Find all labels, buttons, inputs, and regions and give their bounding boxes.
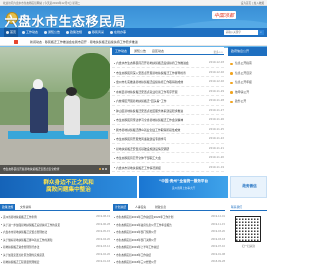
search-button[interactable]: ⌕	[258, 30, 264, 35]
photo-person	[64, 95, 80, 135]
ticker-text[interactable]: 新闻动态 · 移民搬迁工作推进会在我市召开 · 易地扶贫搬迁后续扶持工作稳步推进	[30, 40, 138, 44]
photo-tree	[72, 53, 110, 99]
list-item[interactable]: 关于进一步加强易地扶贫搬迁后续扶持工作的意见 2019-06-28	[0, 221, 110, 229]
photo-carousel[interactable]: 市生态移民局开展易地扶贫搬迁安置点安全检查	[0, 47, 110, 174]
list-item[interactable]: 市生态移民局传达学习全省易地扶贫搬迁工作会议精神 2019-11-26	[112, 115, 224, 125]
more-link[interactable]: 更多>>	[213, 50, 223, 54]
policy-list: 贵州省易地扶贫搬迁工作条例 2019-08-19 关于进一步加强易地扶贫搬迁后续扶…	[0, 213, 110, 265]
info-disclosure-panel: 政府信息公开 信息公开指南 信息公开目录 信息公开年报 依申请公开 政务公开	[228, 47, 267, 174]
list-item[interactable]: 贵州省易地扶贫搬迁工作条例 2019-08-19	[0, 213, 110, 221]
service-platform-banner[interactable]: “中国·贵州”全省统一服务平台 贵州省网上办事大厅	[139, 176, 228, 198]
nav-item-news[interactable]: 工作动态	[22, 28, 38, 37]
home-icon	[6, 30, 9, 34]
plans-tabs: 计划总结 人事任免 财政信息	[113, 204, 225, 211]
news-icon	[22, 30, 25, 34]
photo-person	[30, 87, 48, 133]
service-platform-subtitle: 贵州省网上办事大厅	[171, 187, 196, 190]
top-links[interactable]: 设为首页 | 加入收藏	[241, 1, 264, 5]
photo-person-head	[33, 79, 43, 89]
news-panel: 工作动态 通知公告 县区动态 更多>> 六盘水市生态移民局召开易地扶贫搬迁后续扶…	[112, 47, 224, 174]
photo-caption[interactable]: 市生态移民局开展易地扶贫搬迁安置点安全检查	[0, 165, 110, 174]
list-item[interactable]: 市生态移民局2019年工作总结及2020年工作计划 2019-12-01	[113, 213, 225, 221]
list-item[interactable]: 市生态移民局2018年部门决算公开 2019-03-18	[113, 236, 225, 244]
service-icon	[110, 30, 113, 34]
search-icon: ⌕	[260, 30, 262, 34]
list-item[interactable]: 依申请公开	[228, 88, 267, 98]
tab-finance[interactable]: 财政信息	[155, 204, 166, 211]
list-item[interactable]: 市生态移民局2018年工作总结 2019-01-08	[113, 251, 225, 259]
info-disclosure-title[interactable]: 政府信息公开	[228, 47, 267, 56]
tab-documents[interactable]: 文件资料	[20, 204, 31, 211]
list-item[interactable]: 关于加强安置点社区治理的实施意见 2019-02-26	[0, 251, 110, 259]
list-item[interactable]: 市生态移民局2018年三公经费公开 2018-09-28	[113, 258, 225, 265]
welcome-text: 欢迎访问六盘水市生态移民局网站 | 今天是2019年12月3日 星期二	[3, 2, 81, 6]
image-icon	[88, 30, 91, 34]
service-platform-title: “中国·贵州”全省统一服务平台	[158, 179, 209, 183]
campaign-banner-line: 群众身边不正之风和	[43, 180, 94, 186]
list-item[interactable]: 政务公开	[228, 97, 267, 107]
news-list: 六盘水市生态移民局召开易地扶贫搬迁后续扶持工作推进会 2019-12-03 市生态…	[112, 58, 224, 172]
list-item[interactable]: 钟山区易地扶贫搬迁安置点社区服务体系建设稳步推进 2019-11-27	[112, 106, 224, 115]
list-item[interactable]: 市生态移民局2019年上半年工作总结 2019-07-10	[113, 243, 225, 251]
plans-panel: 计划总结 人事任免 财政信息 市生态移民局2019年工作总结及2020年工作计划…	[113, 204, 225, 265]
nav-item-home[interactable]: 首页	[4, 28, 19, 37]
carousel-dot[interactable]	[99, 168, 101, 170]
list-item[interactable]: 信息公开指南	[228, 59, 267, 69]
list-item[interactable]: 市生态移民局2019年部门预算公开 2019-03-20	[113, 228, 225, 236]
campaign-banner[interactable]: 群众身边不正之风和 腐败问题集中整治	[0, 176, 137, 198]
list-item[interactable]: 水城县易地扶贫搬迁安置点就业培训工作有序开展 2019-11-29	[112, 87, 224, 96]
list-item[interactable]: 易地扶贫搬迁工程质量管理规定 2019-01-18	[0, 258, 110, 265]
qr-code-icon	[235, 216, 261, 242]
list-item[interactable]: 市生态移民局深入安置点开展易地扶贫搬迁工作督导检查 2019-12-02	[112, 68, 224, 77]
tab-county-news[interactable]: 县区动态	[152, 47, 164, 55]
policy-tabs: 政策法规 文件资料	[0, 204, 110, 211]
document-icon	[66, 30, 69, 34]
list-item[interactable]: 六盘水市易地扶贫搬迁安置点管理办法 2019-05-15	[0, 228, 110, 236]
search-box: ⌕	[224, 30, 264, 35]
photo-person-head	[66, 87, 77, 96]
list-item[interactable]: 易地扶贫搬迁资金管理暂行办法 2019-03-12	[0, 243, 110, 251]
wechat-banner[interactable]: 政务微信	[230, 176, 267, 198]
nav-item-notices[interactable]: 通知公告	[44, 28, 60, 37]
list-item[interactable]: 盘州市扎实推进易地扶贫搬迁后续扶持工作取得新成效 2019-12-02	[112, 77, 224, 87]
list-item[interactable]: 六盘水市生态移民局召开易地扶贫搬迁后续扶持工作推进会 2019-12-03	[112, 58, 224, 68]
qr-caption: 扫一扫关注	[242, 245, 255, 248]
carousel-dot[interactable]	[105, 168, 107, 170]
tab-policy[interactable]: 政策法规	[0, 204, 16, 211]
campaign-banner-line: 腐败问题集中整治	[46, 187, 91, 193]
tab-plans[interactable]: 计划总结	[113, 204, 129, 211]
bell-icon	[44, 30, 47, 34]
list-item[interactable]: 信息公开目录	[228, 69, 267, 79]
photo-pipe	[8, 131, 108, 139]
list-item[interactable]: 我市易地扶贫搬迁群众就业创业工作取得阶段性成效 2019-11-25	[112, 125, 224, 134]
news-tabs: 工作动态 通知公告 县区动态 更多>>	[112, 47, 224, 55]
wechat-banner-label: 政务微信	[242, 184, 257, 188]
list-item[interactable]: 市生态移民局开展党风廉政建设专题学习 2019-11-22	[112, 134, 224, 144]
list-item[interactable]: 易地扶贫搬迁安置点基础设施建设情况调研 2019-11-21	[112, 144, 224, 153]
list-item[interactable]: 六盘水市易地扶贫搬迁工作情况通报 2019-11-19	[112, 163, 224, 172]
tab-work-news[interactable]: 工作动态	[112, 47, 131, 55]
city-slogan-logo: 中国凉都	[212, 11, 237, 20]
policy-panel: 政策法规 文件资料 贵州省易地扶贫搬迁工作条例 2019-08-19 关于进一步加…	[0, 204, 110, 265]
list-item[interactable]: 六枝特区开展易地扶贫搬迁“回头看”工作 2019-11-28	[112, 96, 224, 106]
list-item[interactable]: 市生态移民局2019年政府信息公开工作年度报告 2019-11-15	[113, 221, 225, 229]
main-nav: 首页 工作动态 通知公告 政策法规 移民风采 在线办事 ⌕	[0, 28, 267, 37]
plans-list: 市生态移民局2019年工作总结及2020年工作计划 2019-12-01 市生态移…	[113, 213, 225, 265]
list-item[interactable]: 关于做好易地扶贫搬迁群众就业工作的通知 2019-04-20	[0, 236, 110, 244]
contact-panel: 联系我们 扫一扫关注	[230, 204, 267, 265]
list-item[interactable]: 市生态移民局召开全体干部职工大会 2019-11-20	[112, 153, 224, 163]
nav-item-services[interactable]: 在线办事	[110, 28, 126, 37]
info-disclosure-list: 信息公开指南 信息公开目录 信息公开年报 依申请公开 政务公开	[228, 59, 267, 107]
tab-personnel[interactable]: 人事任免	[135, 204, 146, 211]
carousel-dots	[98, 167, 107, 171]
news-ticker: 新闻动态 · 移民搬迁工作推进会在我市召开 · 易地扶贫搬迁后续扶持工作稳步推进	[0, 37, 267, 46]
nav-item-policy[interactable]: 政策法规	[66, 28, 82, 37]
nav-item-gallery[interactable]: 移民风采	[88, 28, 104, 37]
tab-notices[interactable]: 通知公告	[134, 47, 146, 55]
ticker-icon	[14, 39, 18, 44]
search-input[interactable]	[224, 30, 258, 35]
contact-title[interactable]: 联系我们	[230, 204, 267, 211]
carousel-dot[interactable]	[102, 168, 104, 170]
list-item[interactable]: 信息公开年报	[228, 78, 267, 88]
